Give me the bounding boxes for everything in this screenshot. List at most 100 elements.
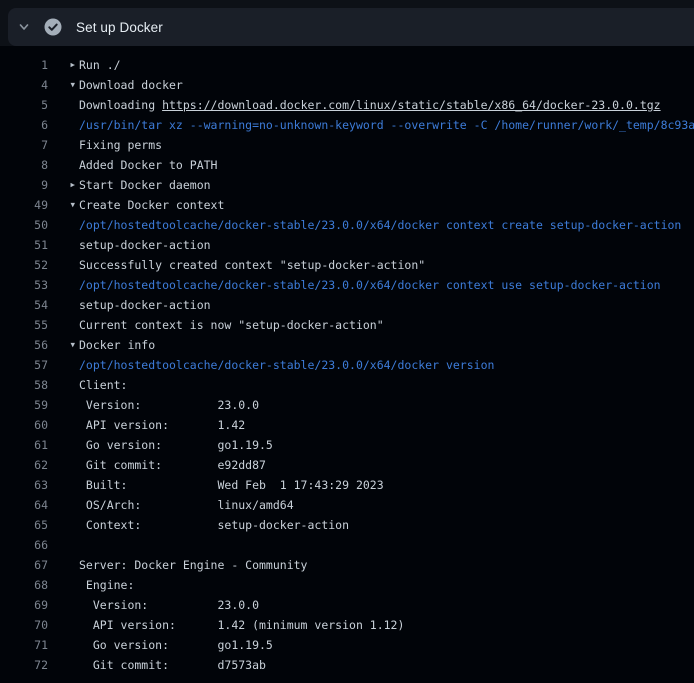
line-number[interactable]: 63 — [0, 475, 48, 495]
log-text: Client: — [79, 375, 127, 395]
log-row: 67 Server: Docker Engine - Community — [0, 555, 694, 575]
log-row: 62 Git commit: e92dd87 — [0, 455, 694, 475]
group-expanded-icon: ▼ — [48, 75, 79, 95]
log-command-text: /usr/bin/tar xz --warning=no-unknown-key… — [79, 115, 694, 135]
gutter-spacer — [48, 415, 79, 435]
gutter-spacer — [48, 355, 79, 375]
gutter-spacer — [48, 215, 79, 235]
group-title: Start Docker daemon — [79, 175, 211, 195]
log-row: 60 API version: 1.42 — [0, 415, 694, 435]
line-number[interactable]: 65 — [0, 515, 48, 535]
group-title: Download docker — [79, 75, 183, 95]
log-group-row[interactable]: 4▼Download docker — [0, 75, 694, 95]
line-number[interactable]: 7 — [0, 135, 48, 155]
log-text: OS/Arch: linux/amd64 — [79, 495, 294, 515]
gutter-spacer — [48, 395, 79, 415]
line-number[interactable]: 67 — [0, 555, 48, 575]
line-number[interactable]: 51 — [0, 235, 48, 255]
line-number[interactable]: 1 — [0, 55, 48, 75]
check-circle-icon — [44, 18, 62, 36]
gutter-spacer — [48, 655, 79, 675]
log-row: 63 Built: Wed Feb 1 17:43:29 2023 — [0, 475, 694, 495]
line-number[interactable]: 64 — [0, 495, 48, 515]
log-text: Current context is now "setup-docker-act… — [79, 315, 384, 335]
gutter-spacer — [48, 495, 79, 515]
gutter-spacer — [48, 95, 79, 115]
step-header[interactable]: Set up Docker — [8, 8, 694, 46]
log-row: 64 OS/Arch: linux/amd64 — [0, 495, 694, 515]
log-row: 66 — [0, 535, 694, 555]
group-title: Create Docker context — [79, 195, 224, 215]
line-number[interactable]: 53 — [0, 275, 48, 295]
log-text: Downloading — [79, 95, 162, 115]
log-text: Added Docker to PATH — [79, 155, 217, 175]
log-text: API version: 1.42 — [79, 415, 245, 435]
line-number[interactable]: 54 — [0, 295, 48, 315]
gutter-spacer — [48, 575, 79, 595]
line-number[interactable]: 56 — [0, 335, 48, 355]
gutter-spacer — [48, 255, 79, 275]
log-row: 57/opt/hostedtoolcache/docker-stable/23.… — [0, 355, 694, 375]
line-number[interactable]: 58 — [0, 375, 48, 395]
log-command-text: /opt/hostedtoolcache/docker-stable/23.0.… — [79, 275, 661, 295]
chevron-down-icon — [18, 21, 30, 33]
line-number[interactable]: 62 — [0, 455, 48, 475]
line-number[interactable]: 52 — [0, 255, 48, 275]
gutter-spacer — [48, 135, 79, 155]
group-title: Docker info — [79, 335, 155, 355]
log-text: Version: 23.0.0 — [79, 595, 259, 615]
log-command-text: /opt/hostedtoolcache/docker-stable/23.0.… — [79, 355, 494, 375]
line-number[interactable]: 72 — [0, 655, 48, 675]
log-row: 59 Version: 23.0.0 — [0, 395, 694, 415]
line-number[interactable]: 66 — [0, 535, 48, 555]
group-collapsed-icon: ▶ — [48, 175, 79, 195]
line-number[interactable]: 5 — [0, 95, 48, 115]
log-group-row[interactable]: 9▶Start Docker daemon — [0, 175, 694, 195]
gutter-spacer — [48, 595, 79, 615]
gutter-spacer — [48, 515, 79, 535]
log-row: 6/usr/bin/tar xz --warning=no-unknown-ke… — [0, 115, 694, 135]
line-number[interactable]: 6 — [0, 115, 48, 135]
log-url-link[interactable]: https://download.docker.com/linux/static… — [162, 95, 661, 115]
log-text: Context: setup-docker-action — [79, 515, 349, 535]
line-number[interactable]: 71 — [0, 635, 48, 655]
log-row: 68 Engine: — [0, 575, 694, 595]
log-group-row[interactable]: 49▼Create Docker context — [0, 195, 694, 215]
line-number[interactable]: 55 — [0, 315, 48, 335]
gutter-spacer — [48, 235, 79, 255]
line-number[interactable]: 4 — [0, 75, 48, 95]
log-group-row[interactable]: 56▼Docker info — [0, 335, 694, 355]
line-number[interactable]: 60 — [0, 415, 48, 435]
log-row: 72 Git commit: d7573ab — [0, 655, 694, 675]
log-text: setup-docker-action — [79, 295, 211, 315]
group-collapsed-icon: ▶ — [48, 55, 79, 75]
gutter-spacer — [48, 115, 79, 135]
line-number[interactable]: 59 — [0, 395, 48, 415]
line-number[interactable]: 69 — [0, 595, 48, 615]
log-group-row[interactable]: 1▶Run ./ — [0, 55, 694, 75]
line-number[interactable]: 68 — [0, 575, 48, 595]
line-number[interactable]: 49 — [0, 195, 48, 215]
line-number[interactable]: 70 — [0, 615, 48, 635]
gutter-spacer — [48, 295, 79, 315]
line-number[interactable]: 50 — [0, 215, 48, 235]
gutter-spacer — [48, 555, 79, 575]
log-row: 69 Version: 23.0.0 — [0, 595, 694, 615]
gutter-spacer — [48, 275, 79, 295]
log-text: Version: 23.0.0 — [79, 395, 259, 415]
line-number[interactable]: 57 — [0, 355, 48, 375]
log-row: 53/opt/hostedtoolcache/docker-stable/23.… — [0, 275, 694, 295]
log-container: 1▶Run ./4▼Download docker5Downloading ht… — [0, 46, 694, 683]
gutter-spacer — [48, 615, 79, 635]
line-number[interactable]: 61 — [0, 435, 48, 455]
log-text: Git commit: d7573ab — [79, 655, 266, 675]
line-number[interactable]: 9 — [0, 175, 48, 195]
log-row: 52Successfully created context "setup-do… — [0, 255, 694, 275]
log-text: Git commit: e92dd87 — [79, 455, 266, 475]
log-row: 7Fixing perms — [0, 135, 694, 155]
log-row: 61 Go version: go1.19.5 — [0, 435, 694, 455]
log-row: 50/opt/hostedtoolcache/docker-stable/23.… — [0, 215, 694, 235]
log-row: 65 Context: setup-docker-action — [0, 515, 694, 535]
line-number[interactable]: 8 — [0, 155, 48, 175]
log-text: Server: Docker Engine - Community — [79, 555, 307, 575]
